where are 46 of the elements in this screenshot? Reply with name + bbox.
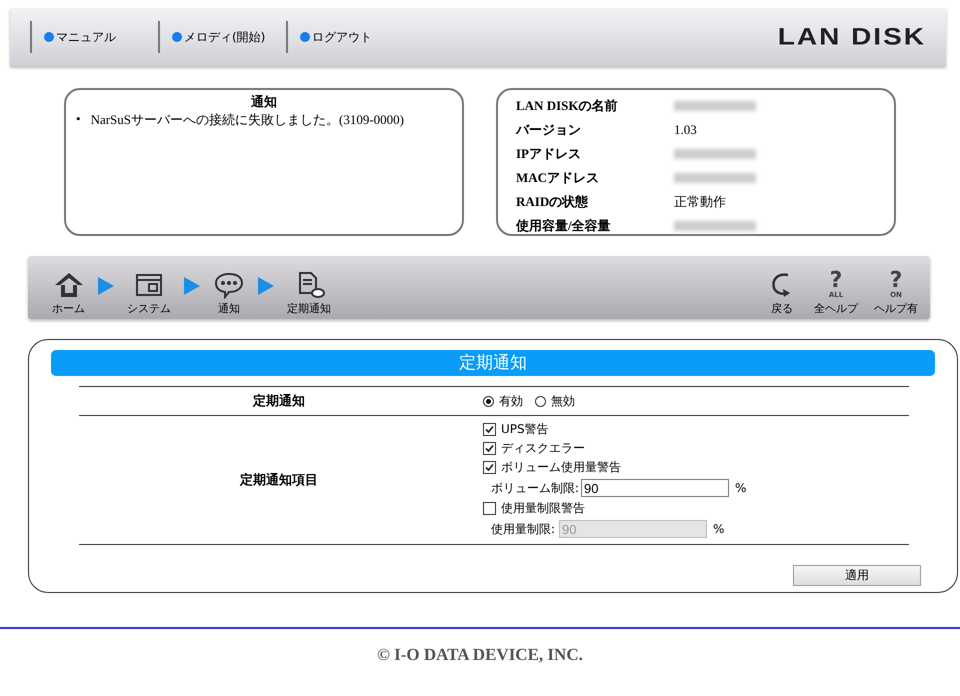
header-link[interactable]: マニュアル <box>30 21 156 53</box>
info-label: 使用容量/全容量 <box>516 217 612 235</box>
window-icon <box>133 271 165 299</box>
breadcrumb-button[interactable]: 定期通知 <box>283 271 335 316</box>
info-label: LAN DISKの名前 <box>516 97 618 115</box>
info-value: 1.03 <box>674 122 697 138</box>
breadcrumb-button[interactable]: 通知 <box>209 271 249 316</box>
field-label: 定期通知 <box>253 393 305 408</box>
breadcrumb-button[interactable]: システム <box>123 271 175 316</box>
info-label: バージョン <box>516 121 582 139</box>
checkbox-option[interactable]: ボリューム使用量警告 <box>483 458 746 477</box>
bullet: • <box>76 111 81 128</box>
limit-label: ボリューム制限: <box>491 480 580 496</box>
checkbox-option[interactable]: 使用量制限警告 <box>483 499 746 518</box>
info-label: MACアドレス <box>516 169 600 187</box>
logo: LAN DISK <box>778 23 926 51</box>
speech-bubble-icon <box>213 271 245 299</box>
checkbox-option[interactable]: UPS警告 <box>483 420 746 439</box>
checkbox[interactable] <box>483 442 496 455</box>
back-button[interactable]: 戻る <box>762 271 802 316</box>
info-value: 正常動作 <box>674 193 726 211</box>
field-label: 定期通知項目 <box>240 472 318 487</box>
header-link[interactable]: ログアウト <box>286 21 372 53</box>
unit-label: % <box>713 522 724 536</box>
notice-title: 通知 <box>250 93 278 111</box>
info-label: RAIDの状態 <box>516 193 590 211</box>
info-label: IPアドレス <box>516 145 582 163</box>
copyright: © I-O DATA DEVICE, INC. <box>377 645 583 664</box>
breadcrumb-button[interactable]: ホーム <box>48 271 89 316</box>
checkbox[interactable] <box>483 461 496 474</box>
arrow-icon <box>257 276 275 296</box>
notice-message: NarSuSサーバーへの接続に失敗しました。(3109-0000) <box>90 111 404 129</box>
arrow-icon <box>183 276 201 296</box>
home-icon <box>52 271 84 299</box>
apply-button[interactable]: 適用 <box>793 565 921 586</box>
checkbox[interactable] <box>483 502 496 515</box>
radio-option[interactable]: 有効 <box>483 392 523 410</box>
section-title-bar: 定期通知 <box>51 350 935 376</box>
radio-option[interactable]: 無効 <box>535 392 575 410</box>
checkbox[interactable] <box>483 423 496 436</box>
limit-input[interactable]: 90 <box>581 479 730 497</box>
limit-label: 使用量制限: <box>491 520 556 538</box>
checkbox-option[interactable]: ディスクエラー <box>483 439 746 458</box>
unit-label: % <box>735 481 746 495</box>
header-link[interactable]: メロディ(開始) <box>158 21 284 53</box>
arrow-icon <box>97 276 115 296</box>
